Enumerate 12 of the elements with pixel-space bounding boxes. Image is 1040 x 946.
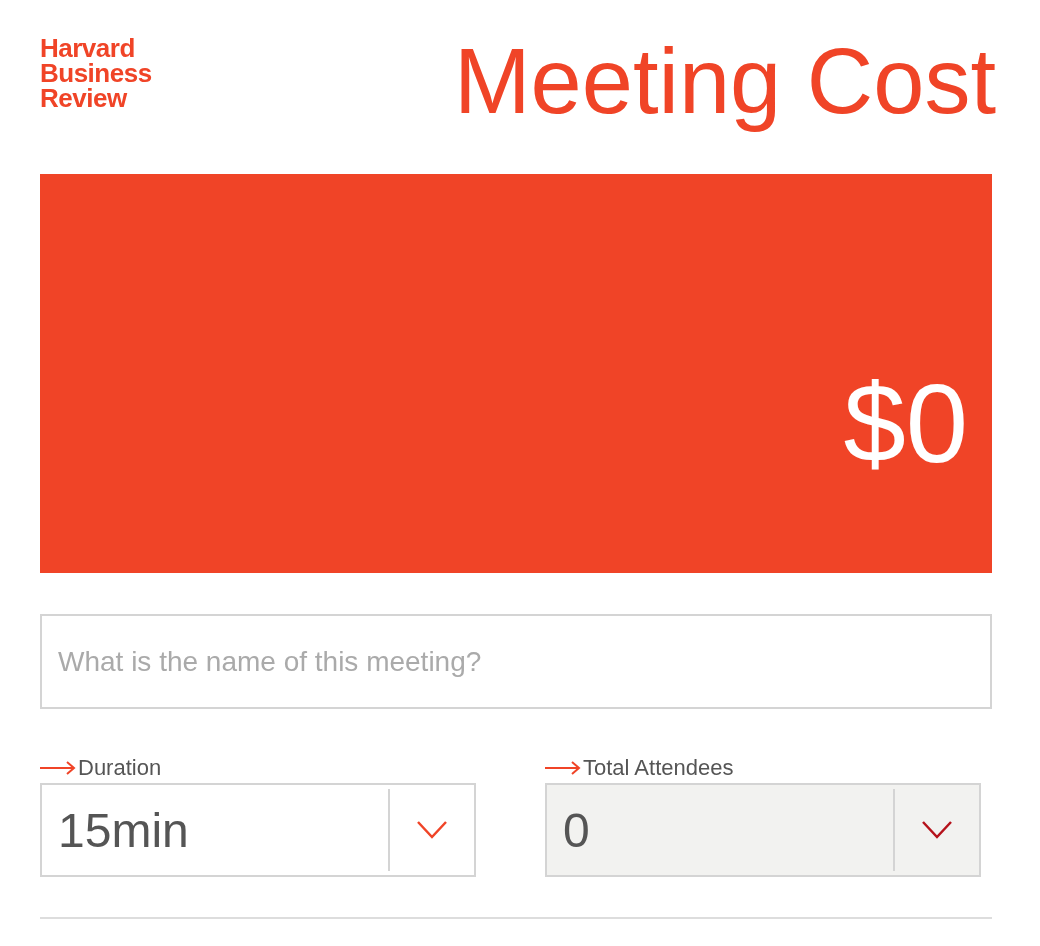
field-label: Duration bbox=[78, 755, 162, 781]
page-title: Meeting Cost bbox=[453, 29, 996, 134]
dropdown[interactable]: 0 bbox=[545, 783, 981, 877]
logo[interactable]: Harvard Business Review bbox=[40, 36, 152, 111]
field-label: Total Attendees bbox=[583, 755, 734, 781]
dropdown[interactable]: 15min bbox=[40, 783, 476, 877]
meeting-name-field[interactable]: What is the name of this meeting? bbox=[40, 614, 992, 709]
caret-icon bbox=[922, 821, 952, 839]
arrow-icon bbox=[545, 761, 581, 775]
cost-amount: $0 bbox=[843, 360, 968, 488]
arrow-icon bbox=[40, 761, 76, 775]
caret-icon bbox=[417, 821, 447, 839]
